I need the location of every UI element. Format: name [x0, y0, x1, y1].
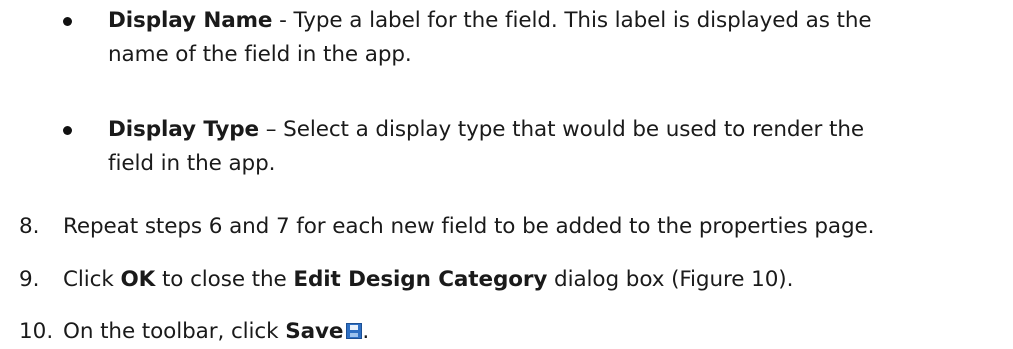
term-display-name: Display Name	[108, 8, 273, 33]
bullet-item-display-type-line1: Display Type – Select a display type tha…	[108, 115, 864, 145]
step-number: 8.	[19, 214, 40, 239]
bullet-text: – Select a display type that would be us…	[259, 117, 864, 142]
save-icon	[346, 323, 363, 339]
term-display-type: Display Type	[108, 117, 260, 142]
step-8-text: Repeat steps 6 and 7 for each new field …	[63, 214, 875, 239]
term-save: Save	[285, 319, 344, 344]
step-9-text: Click OK to close the Edit Design Catego…	[63, 267, 794, 292]
document-page: Display Name - Type a label for the fiel…	[0, 0, 1013, 349]
term-edit-design-category: Edit Design Category	[293, 267, 548, 292]
step-number: 9.	[19, 267, 40, 292]
step-10-text: On the toolbar, click Save.	[63, 319, 370, 344]
bullet-item-display-type-line2: field in the app.	[108, 151, 276, 176]
bullet-dot	[63, 126, 72, 135]
bullet-text: - Type a label for the field. This label…	[272, 8, 872, 33]
bullet-item-display-name-line2: name of the field in the app.	[108, 42, 412, 67]
bullet-dot	[63, 17, 72, 26]
step-number: 10.	[19, 319, 54, 344]
term-ok: OK	[120, 267, 156, 292]
bullet-item-display-name-line1: Display Name - Type a label for the fiel…	[108, 6, 872, 36]
